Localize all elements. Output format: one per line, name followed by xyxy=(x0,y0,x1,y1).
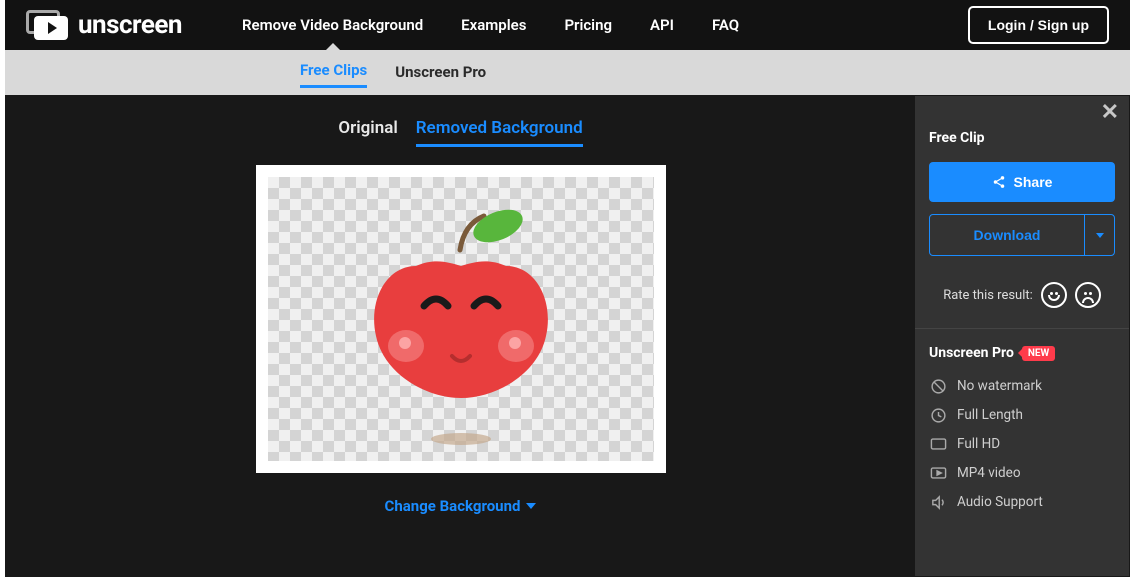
pro-feature-list: No watermark Full Length Full HD xyxy=(929,377,1115,511)
feature-label: No watermark xyxy=(957,378,1042,394)
feature-label: MP4 video xyxy=(957,465,1021,481)
canvas-area: Original Removed Background xyxy=(6,96,915,576)
download-options-toggle[interactable] xyxy=(1084,215,1114,255)
sidebar: ✕ Free Clip Share Download Rate this res… xyxy=(915,96,1129,576)
pro-title: Unscreen Pro xyxy=(929,345,1014,361)
workspace: Original Removed Background xyxy=(5,95,1130,577)
share-label: Share xyxy=(1014,174,1053,190)
subnav-unscreen-pro[interactable]: Unscreen Pro xyxy=(395,59,486,87)
clock-icon xyxy=(929,406,947,424)
feature-full-length: Full Length xyxy=(929,406,1115,424)
change-background-label: Change Background xyxy=(385,497,521,515)
download-button-group: Download xyxy=(929,214,1115,256)
hd-icon xyxy=(929,435,947,453)
nav-pricing[interactable]: Pricing xyxy=(564,1,612,49)
apple-graphic xyxy=(356,206,566,416)
rate-label: Rate this result: xyxy=(943,288,1033,303)
audio-icon xyxy=(929,493,947,511)
sub-nav: Free Clips Unscreen Pro xyxy=(5,50,1130,95)
feature-label: Audio Support xyxy=(957,494,1043,510)
share-icon xyxy=(992,175,1006,189)
logo[interactable]: unscreen xyxy=(26,10,182,40)
free-clip-title: Free Clip xyxy=(929,130,1115,146)
change-background-button[interactable]: Change Background xyxy=(385,497,537,515)
brand-name: unscreen xyxy=(78,10,182,40)
rate-sad-icon[interactable] xyxy=(1075,282,1101,308)
main-nav: Remove Video Background Examples Pricing… xyxy=(242,1,968,49)
chevron-down-icon xyxy=(526,503,536,509)
logo-icon xyxy=(26,10,68,40)
pro-section: Unscreen Pro NEW No watermark Full Lengt… xyxy=(915,329,1129,527)
new-badge: NEW xyxy=(1022,346,1055,361)
feature-mp4: MP4 video xyxy=(929,464,1115,482)
nav-api[interactable]: API xyxy=(650,1,674,49)
share-button[interactable]: Share xyxy=(929,162,1115,202)
view-tabs: Original Removed Background xyxy=(338,118,582,147)
rate-result: Rate this result: xyxy=(929,282,1115,308)
no-watermark-icon xyxy=(929,377,947,395)
feature-label: Full Length xyxy=(957,407,1023,423)
subnav-free-clips[interactable]: Free Clips xyxy=(300,57,367,88)
nav-examples[interactable]: Examples xyxy=(461,1,526,49)
nav-faq[interactable]: FAQ xyxy=(712,1,739,49)
feature-audio: Audio Support xyxy=(929,493,1115,511)
tab-removed-background[interactable]: Removed Background xyxy=(416,118,583,147)
video-icon xyxy=(929,464,947,482)
feature-label: Full HD xyxy=(957,436,1000,452)
caret-down-icon xyxy=(1096,233,1104,238)
close-icon[interactable]: ✕ xyxy=(1101,102,1119,124)
free-clip-section: Free Clip Share Download Rate this resul… xyxy=(915,124,1129,328)
tab-original[interactable]: Original xyxy=(338,118,397,147)
nav-remove-background[interactable]: Remove Video Background xyxy=(242,1,423,49)
download-button[interactable]: Download xyxy=(930,215,1084,255)
top-header: unscreen Remove Video Background Example… xyxy=(5,0,1130,50)
clip-content xyxy=(356,206,566,420)
feature-full-hd: Full HD xyxy=(929,435,1115,453)
preview-panel xyxy=(256,165,666,473)
clip-shadow xyxy=(431,433,491,445)
login-signup-button[interactable]: Login / Sign up xyxy=(968,6,1109,44)
rate-happy-icon[interactable] xyxy=(1041,282,1067,308)
feature-no-watermark: No watermark xyxy=(929,377,1115,395)
